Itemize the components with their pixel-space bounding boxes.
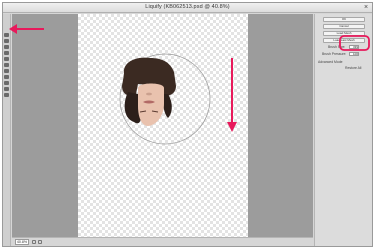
window-title: Liquify (KB062513.psd @ 40.8%) <box>145 4 230 10</box>
preview-canvas-area[interactable] <box>12 14 313 237</box>
freeze-mask-tool-icon[interactable] <box>4 75 9 79</box>
cancel-button[interactable]: Cancel <box>323 24 365 29</box>
advanced-mode-checkbox[interactable]: Advanced Mode <box>318 60 343 64</box>
title-bar[interactable]: Liquify (KB062513.psd @ 40.8%) × <box>3 3 372 13</box>
brush-pressure-field[interactable]: 100 <box>349 52 359 56</box>
zoom-tool-icon[interactable] <box>4 93 9 97</box>
face-image <box>122 57 176 126</box>
liquify-dialog: Liquify (KB062513.psd @ 40.8%) × OK Canc… <box>2 2 373 247</box>
toolbox <box>3 14 11 246</box>
load-mesh-button[interactable]: Load Mesh <box>323 31 365 36</box>
forward-warp-tool-icon[interactable] <box>4 33 9 37</box>
restore-all-button[interactable]: Restore All <box>345 66 361 70</box>
options-panel: OK Cancel Load Mesh Load Last Mesh Brush… <box>314 14 372 246</box>
thaw-mask-tool-icon[interactable] <box>4 81 9 85</box>
brush-pressure-label: Brush Pressure: <box>322 52 347 56</box>
push-left-tool-icon[interactable] <box>4 69 9 73</box>
brush-size-label: Brush Size: <box>328 45 346 49</box>
pucker-tool-icon[interactable] <box>4 57 9 61</box>
close-icon[interactable]: × <box>362 4 370 11</box>
zoom-level-field[interactable]: 40.8% <box>15 239 29 245</box>
zoom-in-icon[interactable] <box>38 240 42 244</box>
document-canvas[interactable] <box>78 14 248 237</box>
bloat-tool-icon[interactable] <box>4 63 9 67</box>
brush-size-field[interactable]: 339 <box>349 45 359 49</box>
load-last-mesh-button[interactable]: Load Last Mesh <box>323 38 365 43</box>
reconstruct-tool-icon[interactable] <box>4 39 9 43</box>
smooth-tool-icon[interactable] <box>4 45 9 49</box>
twirl-tool-icon[interactable] <box>4 51 9 55</box>
hand-tool-icon[interactable] <box>4 87 9 91</box>
status-bar: 40.8% <box>12 237 313 246</box>
ok-button[interactable]: OK <box>323 17 365 22</box>
zoom-out-icon[interactable] <box>32 240 36 244</box>
canvas-content <box>119 53 211 145</box>
